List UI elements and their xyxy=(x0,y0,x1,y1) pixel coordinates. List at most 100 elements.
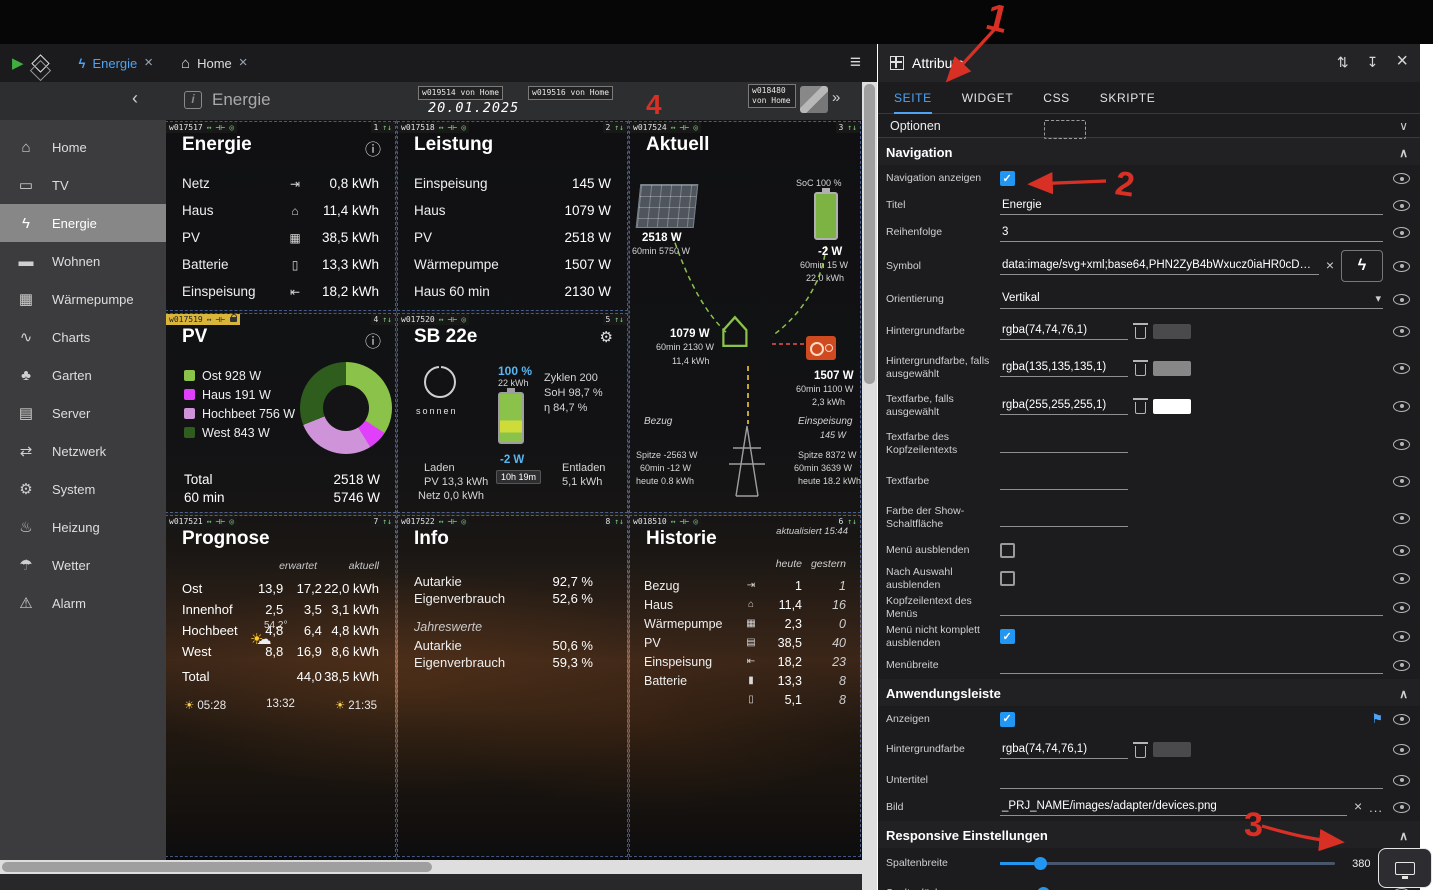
widget-id-chip[interactable]: w019514 von Home xyxy=(418,86,503,100)
sidebar-item-home[interactable]: Home xyxy=(0,128,166,166)
visibility-icon[interactable] xyxy=(1393,602,1410,613)
visibility-icon[interactable] xyxy=(1393,173,1410,184)
layers-icon[interactable] xyxy=(31,54,49,72)
trash-icon[interactable] xyxy=(1135,327,1146,339)
visibility-icon[interactable] xyxy=(1393,573,1410,584)
run-button[interactable] xyxy=(12,54,24,72)
widget-order-chip[interactable]: 7 xyxy=(371,516,395,527)
section-anwendungsleiste[interactable]: Anwendungsleiste xyxy=(878,679,1420,706)
tab-seite[interactable]: SEITE xyxy=(894,82,932,114)
browse-icon[interactable] xyxy=(1369,800,1383,815)
widget-leistung[interactable]: w017518 2 Leistung Einspeisung145 W Haus… xyxy=(398,122,627,310)
sidebar-item-charts[interactable]: Charts xyxy=(0,318,166,356)
tab-skripte[interactable]: SKRIPTE xyxy=(1100,82,1156,114)
widget-order-chip[interactable]: 3 xyxy=(836,122,860,133)
widget-id-chip[interactable]: w017517 xyxy=(166,122,237,133)
widget-order-chip[interactable]: 2 xyxy=(603,122,627,133)
visibility-icon[interactable] xyxy=(1393,714,1410,725)
close-icon[interactable] xyxy=(1396,54,1408,72)
color-input[interactable] xyxy=(1000,510,1128,527)
color-input[interactable]: rgba(255,255,255,1) xyxy=(1000,397,1128,415)
section-responsive[interactable]: Responsive Einstellungen xyxy=(878,821,1420,848)
widget-id-chip[interactable]: w017519 xyxy=(166,314,240,325)
widget-sb22e[interactable]: w017520 5 SB 22e sonnen 100 % 22 kWh Zyk… xyxy=(398,314,627,512)
titel-input[interactable]: Energie xyxy=(1000,197,1383,215)
widget-order-chip[interactable]: 6 xyxy=(836,516,860,527)
visibility-icon[interactable] xyxy=(1393,775,1410,786)
visibility-icon[interactable] xyxy=(1393,401,1410,412)
info-icon[interactable] xyxy=(365,328,381,352)
sidebar-item-netzwerk[interactable]: Netzwerk xyxy=(0,432,166,470)
orientierung-select[interactable]: Vertikal xyxy=(1000,290,1383,309)
sidebar-item-wetter[interactable]: Wetter xyxy=(0,546,166,584)
close-tab-icon[interactable] xyxy=(239,56,248,70)
visibility-icon[interactable] xyxy=(1393,802,1410,813)
tab-widget[interactable]: WIDGET xyxy=(962,82,1014,114)
color-swatch[interactable] xyxy=(1153,742,1191,757)
clear-icon[interactable] xyxy=(1354,798,1362,816)
widget-order-chip[interactable]: 8 xyxy=(603,516,627,527)
color-input[interactable]: rgba(74,74,76,1) xyxy=(1000,741,1128,759)
vertical-scrollbar[interactable] xyxy=(862,82,877,890)
sidebar-item-system[interactable]: System xyxy=(0,470,166,508)
widget-pv[interactable]: w017519 4 PV Ost 928 W Haus 191 W Hochbe… xyxy=(166,314,395,512)
visibility-icon[interactable] xyxy=(1393,476,1410,487)
widget-id-chip[interactable]: w018510 xyxy=(630,516,701,527)
slider-thumb[interactable] xyxy=(1037,887,1050,890)
dock-icon[interactable] xyxy=(1367,54,1379,72)
trash-icon[interactable] xyxy=(1135,746,1146,758)
symbol-picker-button[interactable] xyxy=(1341,250,1383,282)
bild-input[interactable]: _PRJ_NAME/images/adapter/devices.png xyxy=(1000,798,1347,816)
optionen-bar[interactable]: Optionen xyxy=(878,114,1420,138)
menubreite-input[interactable] xyxy=(1000,657,1383,674)
widget-order-chip[interactable]: 1 xyxy=(371,122,395,133)
horizontal-scrollbar[interactable] xyxy=(0,860,862,874)
color-swatch[interactable] xyxy=(1153,399,1191,414)
tab-home[interactable]: Home xyxy=(167,44,262,82)
spaltenbreite-slider[interactable] xyxy=(1000,862,1335,865)
info-icon[interactable]: i xyxy=(184,91,202,109)
widget-order-chip[interactable]: 5 xyxy=(603,314,627,325)
anzeigen-checkbox[interactable] xyxy=(1000,712,1015,727)
widget-historie[interactable]: w018510 6 Historie aktualisiert 15:44 he… xyxy=(630,516,860,856)
visibility-icon[interactable] xyxy=(1393,660,1410,671)
widget-energie[interactable]: w017517 1 Energie Netz0,8 kWh Haus11,4 k… xyxy=(166,122,395,310)
menu-ausblenden-checkbox[interactable] xyxy=(1000,543,1015,558)
visibility-icon[interactable] xyxy=(1393,744,1410,755)
visibility-icon[interactable] xyxy=(1393,261,1410,272)
expand-icon[interactable] xyxy=(832,89,840,106)
kopfzeilentext-input[interactable] xyxy=(1000,599,1383,616)
visibility-icon[interactable] xyxy=(1393,545,1410,556)
menu-icon[interactable] xyxy=(850,52,861,74)
visibility-icon[interactable] xyxy=(1393,294,1410,305)
symbol-input[interactable]: data:image/svg+xml;base64,PHN2ZyB4bWxucz… xyxy=(1000,257,1319,275)
dashboard-canvas[interactable]: w017517 1 Energie Netz0,8 kWh Haus11,4 k… xyxy=(166,120,862,860)
color-swatch[interactable] xyxy=(1153,361,1191,376)
nach-auswahl-checkbox[interactable] xyxy=(1000,571,1015,586)
clear-icon[interactable] xyxy=(1326,257,1334,275)
sidebar-item-wohnen[interactable]: Wohnen xyxy=(0,242,166,280)
menu-nicht-komplett-checkbox[interactable] xyxy=(1000,629,1015,644)
sidebar-item-alarm[interactable]: Alarm xyxy=(0,584,166,622)
color-input[interactable] xyxy=(1000,473,1128,490)
sidebar-item-tv[interactable]: TV xyxy=(0,166,166,204)
sidebar-item-heizung[interactable]: Heizung xyxy=(0,508,166,546)
widget-order-chip[interactable]: 4 xyxy=(371,314,395,325)
visibility-icon[interactable] xyxy=(1393,363,1410,374)
widget-prognose[interactable]: w017521 7 Prognose erwartetaktuell Ost13… xyxy=(166,516,395,856)
trash-icon[interactable] xyxy=(1135,364,1146,376)
widget-id-chip[interactable]: w018480 von Home xyxy=(748,84,796,108)
info-icon[interactable] xyxy=(365,136,381,160)
widget-aktuell[interactable]: w017524 3 Aktuell 2518 W 60min 5750 W So… xyxy=(630,122,860,512)
color-swatch[interactable] xyxy=(1153,324,1191,339)
widget-id-chip[interactable]: w017522 xyxy=(398,516,469,527)
untertitel-input[interactable] xyxy=(1000,772,1383,789)
widget-id-chip[interactable]: w017518 xyxy=(398,122,469,133)
scrollbar-thumb[interactable] xyxy=(864,84,875,384)
visibility-icon[interactable] xyxy=(1393,326,1410,337)
sidebar-item-garten[interactable]: Garten xyxy=(0,356,166,394)
widget-id-chip[interactable]: w017521 xyxy=(166,516,237,527)
visibility-icon[interactable] xyxy=(1393,631,1410,642)
scrollbar-thumb[interactable] xyxy=(2,862,432,872)
color-input[interactable]: rgba(135,135,135,1) xyxy=(1000,359,1128,377)
